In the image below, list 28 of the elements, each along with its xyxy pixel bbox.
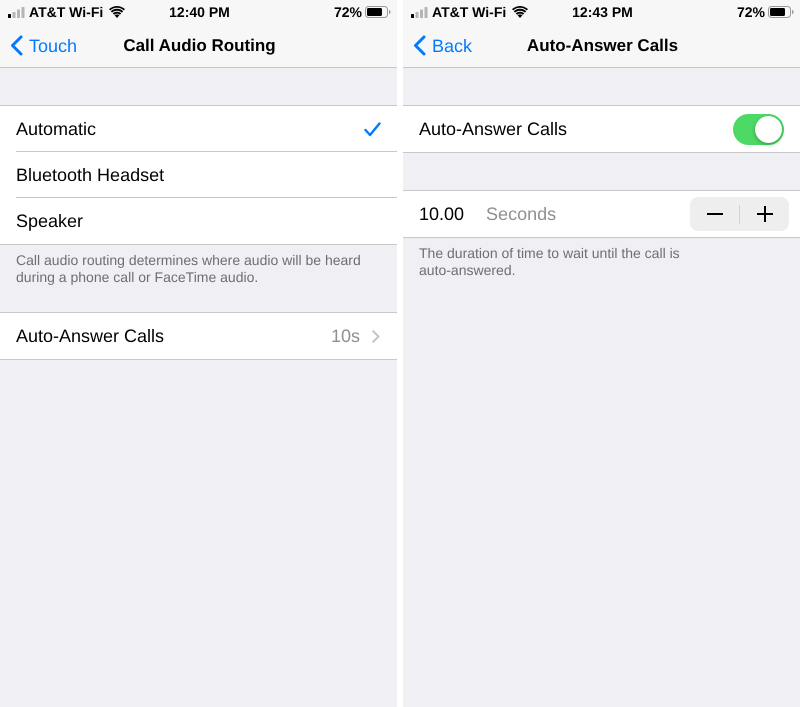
chevron-right-icon	[372, 330, 380, 342]
screen-title: Auto-Answer Calls	[526, 34, 678, 56]
back-chevron-icon	[413, 35, 426, 56]
battery-icon	[768, 6, 794, 18]
wifi-icon	[512, 6, 528, 18]
carrier-label: AT&T Wi-Fi	[29, 4, 104, 20]
carrier-label: AT&T Wi-Fi	[432, 4, 506, 20]
battery-percent: 72%	[736, 4, 765, 20]
detail-value: 10s	[330, 325, 360, 347]
footer-note: The duration of time to wait until the call is auto-answered.	[419, 245, 681, 279]
status-time: 12:43 PM	[572, 4, 633, 20]
signal-icon	[8, 6, 25, 18]
status-time: 12:40 PM	[169, 4, 230, 20]
stepper-value: 10.00	[419, 203, 464, 225]
wifi-icon	[109, 6, 126, 18]
toggle-switch[interactable]	[733, 114, 784, 144]
unit-label: Seconds	[486, 203, 556, 225]
footer-note: Call audio routing determines where audio will be heard during a phone call or FaceTime audio.	[16, 252, 362, 286]
back-button[interactable]: Touch	[10, 34, 78, 56]
back-chevron-icon	[10, 35, 23, 56]
battery-icon	[365, 6, 391, 18]
signal-icon	[411, 6, 428, 18]
screen-title: Call Audio Routing	[123, 34, 276, 56]
setting-label: Auto-Answer Calls	[419, 118, 568, 140]
minus-icon	[706, 213, 722, 215]
back-button[interactable]: Back	[413, 34, 472, 56]
plus-icon	[756, 206, 772, 222]
battery-percent: 72%	[334, 4, 362, 20]
